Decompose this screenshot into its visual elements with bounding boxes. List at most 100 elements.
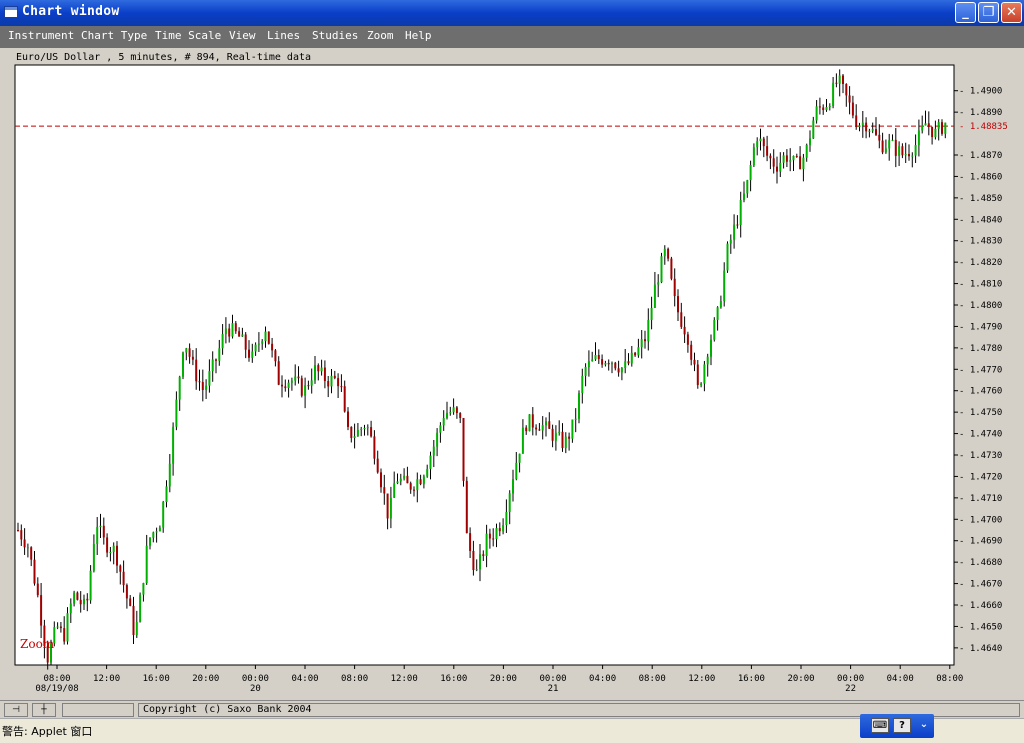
- candle-body: [680, 312, 683, 327]
- y-tick-label: - 1.4660: [959, 601, 1002, 611]
- candle-body: [686, 334, 689, 345]
- candle-body: [858, 125, 861, 127]
- candle-body: [921, 125, 924, 131]
- candle-body: [340, 386, 343, 388]
- candle-body: [195, 359, 198, 382]
- menu-chart-type[interactable]: Chart Type: [81, 29, 147, 42]
- candle-body: [323, 367, 326, 382]
- applet-warning-text: 警告: Applet 窗口: [2, 725, 93, 738]
- candle-body: [234, 323, 237, 332]
- menu-lines[interactable]: Lines: [267, 29, 300, 42]
- candle-body: [776, 166, 778, 172]
- candle-body: [812, 120, 815, 139]
- menu-time-scale[interactable]: Time Scale: [155, 29, 221, 42]
- x-tick-label: 20:00: [192, 674, 219, 684]
- x-tick-label: 04:00: [887, 674, 914, 684]
- candle-body: [531, 414, 534, 428]
- candle-body: [145, 545, 148, 584]
- candle-body: [109, 552, 112, 554]
- y-tick-label: - 1.4900: [959, 87, 1002, 97]
- x-tick-label: 08:00: [43, 674, 70, 684]
- candle-body: [307, 385, 310, 387]
- candle-body: [422, 476, 425, 485]
- window-icon[interactable]: [4, 6, 18, 18]
- candle-body: [535, 427, 538, 430]
- candle-body: [604, 362, 607, 365]
- candle-body: [772, 158, 775, 167]
- menu-view[interactable]: View: [229, 29, 256, 42]
- candle-body: [766, 146, 769, 156]
- candle-body: [736, 224, 739, 226]
- candle-body: [92, 543, 95, 571]
- candle-body: [155, 531, 158, 533]
- candle-body: [482, 554, 485, 557]
- toolbar-field: [62, 703, 134, 717]
- candle-body: [333, 375, 336, 379]
- candle-body: [815, 106, 818, 121]
- menu-studies[interactable]: Studies: [312, 29, 358, 42]
- candle-body: [667, 248, 670, 259]
- candle-body: [551, 428, 554, 441]
- y-tick-label: - 1.4700: [959, 515, 1002, 525]
- minimize-button[interactable]: _: [955, 2, 976, 23]
- candle-body: [475, 569, 478, 571]
- candle-body: [617, 368, 620, 373]
- candle-body: [320, 367, 323, 372]
- crosshair-tool-button[interactable]: ┼: [32, 703, 56, 717]
- candle-body: [264, 331, 267, 342]
- candle-body: [677, 296, 679, 313]
- x-tick-label: 00:00: [242, 674, 269, 684]
- candle-body: [855, 115, 858, 127]
- maximize-button[interactable]: ❐: [978, 2, 999, 23]
- chevron-down-icon[interactable]: ⌄: [915, 718, 933, 733]
- candle-body: [789, 160, 792, 162]
- candle-body: [459, 413, 462, 418]
- y-tick-label: - 1.4830: [959, 237, 1002, 247]
- candle-body: [828, 105, 831, 107]
- candle-body: [63, 628, 66, 642]
- price-chart[interactable]: - 1.4900 - 1.4890 - 1.4870 - 1.4860 - 1.4850…: [0, 48, 1024, 700]
- candle-body: [739, 199, 742, 226]
- candle-body: [673, 278, 676, 297]
- candle-body: [861, 122, 864, 126]
- candle-body: [835, 82, 838, 84]
- candle-body: [178, 376, 181, 400]
- pan-tool-button[interactable]: ⊣: [4, 703, 28, 717]
- candle-body: [881, 140, 884, 153]
- candle-body: [726, 243, 729, 271]
- y-tick-label: - 1.4860: [959, 172, 1002, 182]
- help-icon[interactable]: ?: [893, 718, 911, 733]
- candle-body: [442, 418, 445, 426]
- menu-instrument[interactable]: Instrument: [8, 29, 74, 42]
- candle-body: [469, 533, 472, 551]
- candle-body: [891, 139, 894, 141]
- candle-body: [314, 365, 316, 381]
- candle-body: [792, 155, 795, 161]
- candle-body: [17, 530, 19, 531]
- candle-body: [868, 130, 871, 132]
- candle-body: [112, 545, 115, 553]
- candle-body: [848, 95, 851, 103]
- y-tick-label: - 1.4650: [959, 622, 1002, 632]
- candle-body: [568, 436, 571, 439]
- candle-body: [228, 328, 231, 337]
- candle-body: [657, 282, 660, 285]
- y-tick-label: - 1.4680: [959, 558, 1002, 568]
- candle-body: [917, 130, 920, 146]
- candle-body: [125, 585, 128, 599]
- close-button[interactable]: ✕: [1001, 2, 1022, 23]
- menu-zoom[interactable]: Zoom: [367, 29, 394, 42]
- y-tick-label: - 1.4820: [959, 258, 1002, 268]
- candle-body: [908, 154, 910, 157]
- menu-help[interactable]: Help: [405, 29, 432, 42]
- candle-body: [485, 533, 488, 557]
- candle-body: [389, 497, 392, 519]
- candle-body: [347, 411, 349, 427]
- candle-body: [561, 431, 564, 449]
- candle-body: [251, 351, 254, 358]
- candle-body: [805, 144, 808, 158]
- candle-body: [274, 350, 277, 362]
- keyboard-icon[interactable]: ⌨: [871, 718, 889, 733]
- candle-body: [99, 525, 102, 527]
- candle-body: [386, 493, 389, 519]
